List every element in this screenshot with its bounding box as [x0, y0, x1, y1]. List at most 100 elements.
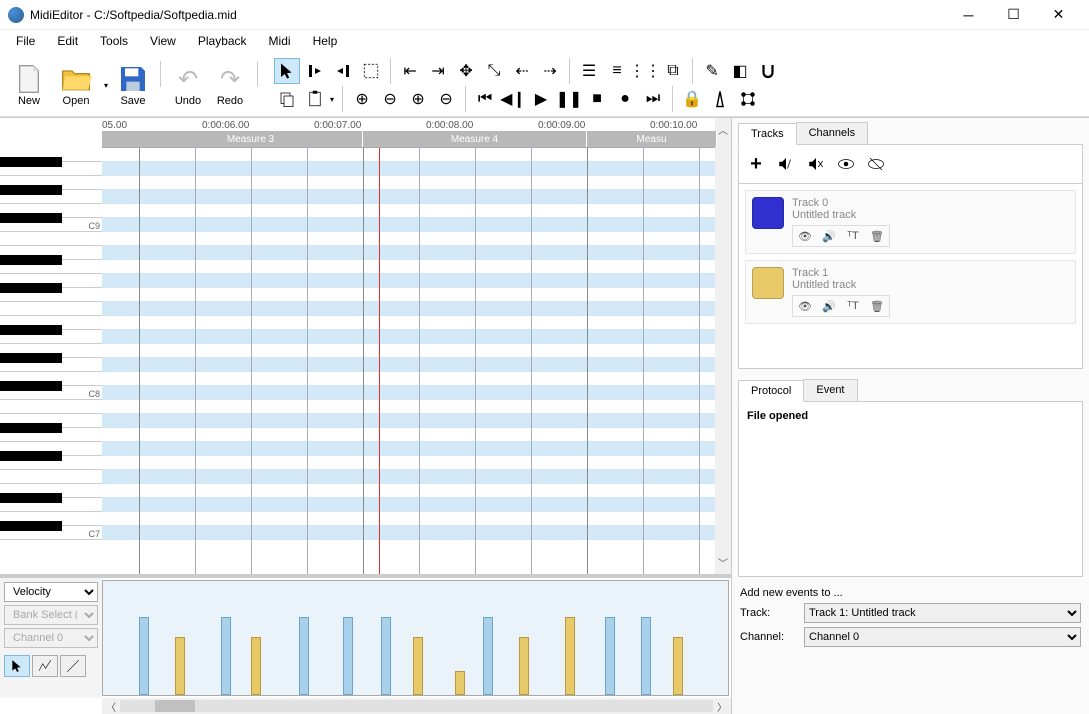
move-all-tool[interactable]: ✥ [453, 58, 479, 84]
menu-playback[interactable]: Playback [188, 32, 257, 50]
redo-label: Redo [217, 95, 243, 107]
select-tool[interactable] [274, 58, 300, 84]
note-grid[interactable] [102, 148, 715, 574]
add-events-heading: Add new events to ... [740, 587, 1081, 599]
channel-selector[interactable]: Channel 0 [4, 628, 98, 648]
zoom-in-h[interactable]: ⊕ [349, 86, 375, 112]
redo-icon: ↷ [214, 63, 246, 95]
open-dropdown[interactable]: ▾ [102, 81, 110, 90]
open-button[interactable]: Open [52, 61, 100, 109]
step-back[interactable]: ◀❙ [500, 86, 526, 112]
velocity-selector[interactable]: Velocity [4, 582, 98, 602]
select-left-tool[interactable] [302, 58, 328, 84]
audio-icon[interactable]: 🔊 [819, 298, 839, 314]
track-name: Track 1 [792, 267, 1069, 279]
scroll-down-icon[interactable]: ﹀ [718, 555, 728, 570]
metronome-button[interactable] [707, 86, 733, 112]
track-item-0[interactable]: Track 0 Untitled track 👁 🔊 ᵀT 🗑 [745, 190, 1076, 254]
time-ruler[interactable]: Measure 3Measure 4Measu 05.000:00:06.000… [102, 118, 715, 148]
playhead[interactable] [379, 148, 380, 574]
audio-icon[interactable]: 🔊 [819, 228, 839, 244]
delete-icon[interactable]: 🗑 [867, 228, 887, 244]
paste-dropdown[interactable]: ▾ [328, 95, 336, 104]
free-mode[interactable] [60, 655, 86, 677]
align-left-tool[interactable]: ☰ [576, 58, 602, 84]
magnet-tool[interactable]: ⧉ [660, 58, 686, 84]
maximize-button[interactable]: ☐ [991, 0, 1036, 30]
save-button[interactable]: Save [114, 61, 152, 109]
record-button[interactable]: ● [612, 86, 638, 112]
zoom-out-v[interactable]: ⊖ [433, 86, 459, 112]
redo-button[interactable]: ↷ Redo [211, 61, 249, 109]
tab-protocol[interactable]: Protocol [738, 380, 804, 402]
scroll-right-icon[interactable]: 〉 [717, 699, 727, 714]
tab-event[interactable]: Event [803, 379, 857, 401]
menu-file[interactable]: File [6, 32, 45, 50]
menubar: File Edit Tools View Playback Midi Help [0, 30, 1089, 52]
menu-edit[interactable]: Edit [47, 32, 88, 50]
paste-button[interactable] [302, 86, 328, 112]
bank-selector[interactable]: Bank Select ( [4, 605, 98, 625]
tab-channels[interactable]: Channels [796, 122, 868, 144]
new-button[interactable]: New [10, 61, 48, 109]
undo-button[interactable]: ↶ Undo [169, 61, 207, 109]
mute-all-button[interactable] [773, 151, 799, 177]
goto-end[interactable]: ⏭ [640, 86, 666, 112]
scroll-right-tool[interactable]: ⇢ [537, 58, 563, 84]
add-track-button[interactable]: + [743, 151, 769, 177]
show-all-button[interactable] [833, 151, 859, 177]
scroll-left-tool[interactable]: ⇠ [509, 58, 535, 84]
app-icon [8, 7, 24, 23]
snap-tool[interactable] [755, 58, 781, 84]
menu-tools[interactable]: Tools [90, 32, 138, 50]
zoom-in-v[interactable]: ⊕ [405, 86, 431, 112]
rename-icon[interactable]: ᵀT [843, 298, 863, 314]
scroll-left-icon[interactable]: 〈 [106, 699, 116, 714]
vertical-scrollbar[interactable]: ︿ ﹀ [715, 118, 731, 574]
play-button[interactable]: ▶ [528, 86, 554, 112]
lock-button[interactable]: 🔒 [679, 86, 705, 112]
hide-all-button[interactable] [863, 151, 889, 177]
pencil-tool[interactable]: ✎ [699, 58, 725, 84]
stop-button[interactable]: ■ [584, 86, 610, 112]
unmute-all-button[interactable] [803, 151, 829, 177]
track-color-swatch [752, 267, 784, 299]
scroll-up-icon[interactable]: ︿ [718, 122, 728, 137]
equalize-tool[interactable]: ≡ [604, 58, 630, 84]
track-item-1[interactable]: Track 1 Untitled track 👁 🔊 ᵀT 🗑 [745, 260, 1076, 324]
tab-tracks[interactable]: Tracks [738, 123, 797, 145]
pointer-mode[interactable] [4, 655, 30, 677]
visibility-icon[interactable]: 👁 [795, 298, 815, 314]
select-right-tool[interactable] [330, 58, 356, 84]
channel-select-label: Channel: [740, 631, 796, 643]
select-box-tool[interactable] [358, 58, 384, 84]
velocity-graph[interactable] [102, 580, 729, 696]
zoom-out-h[interactable]: ⊖ [377, 86, 403, 112]
move-left-tool[interactable]: ⇤ [397, 58, 423, 84]
pause-button[interactable]: ❚❚ [556, 86, 582, 112]
menu-midi[interactable]: Midi [259, 32, 301, 50]
editor-panel: C9C8C7 Measure 3Measure 4Measu 05.000:00… [0, 118, 732, 714]
hscroll-thumb[interactable] [155, 700, 195, 712]
copy-button[interactable] [274, 86, 300, 112]
line-mode[interactable] [32, 655, 58, 677]
move-right-tool[interactable]: ⇥ [425, 58, 451, 84]
velocity-panel: Velocity Bank Select ( Channel 0 [0, 574, 731, 698]
piano-keyboard[interactable]: C9C8C7 [0, 118, 102, 574]
quantize-tool[interactable]: ⋮⋮ [632, 58, 658, 84]
toolbar: New Open ▾ Save ↶ Undo ↷ Redo [0, 52, 1089, 117]
connect-button[interactable] [735, 86, 761, 112]
menu-help[interactable]: Help [303, 32, 348, 50]
visibility-icon[interactable]: 👁 [795, 228, 815, 244]
size-tool[interactable]: ⤡ [481, 58, 507, 84]
delete-icon[interactable]: 🗑 [867, 298, 887, 314]
minimize-button[interactable]: ─ [946, 0, 991, 30]
goto-start[interactable]: ⏮ [472, 86, 498, 112]
track-select[interactable]: Track 1: Untitled track [804, 603, 1081, 623]
horizontal-scrollbar[interactable]: 〈 〉 [102, 698, 731, 714]
eraser-tool[interactable]: ◧ [727, 58, 753, 84]
menu-view[interactable]: View [140, 32, 186, 50]
rename-icon[interactable]: ᵀT [843, 228, 863, 244]
channel-select[interactable]: Channel 0 [804, 627, 1081, 647]
close-button[interactable]: ✕ [1036, 0, 1081, 30]
